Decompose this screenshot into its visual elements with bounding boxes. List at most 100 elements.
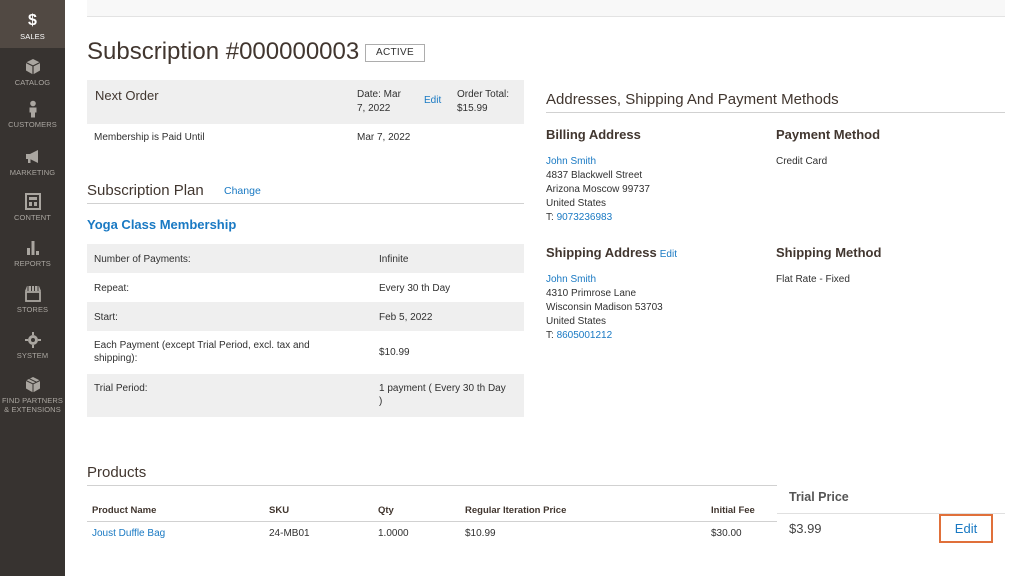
- plan-row: Each Payment (except Trial Period, excl.…: [87, 331, 524, 374]
- shipping-address-title: Shipping Address Edit: [546, 245, 677, 260]
- divider: [87, 521, 782, 522]
- divider: [87, 203, 524, 204]
- billing-address-title: Billing Address: [546, 127, 641, 142]
- shipping-address: John Smith 4310 Primrose Lane Wisconsin …: [546, 273, 663, 343]
- product-initial-fee: $30.00: [711, 528, 742, 539]
- nav-label: STORES: [16, 305, 49, 314]
- nav-customers[interactable]: CUSTOMERS: [0, 100, 65, 129]
- plan-row-value-line1: 1 payment ( Every 30 th Day: [379, 383, 506, 394]
- next-order-title: Next Order: [95, 88, 159, 103]
- column-header: Qty: [378, 505, 394, 516]
- nav-label: REPORTS: [14, 259, 51, 268]
- cube-icon: [25, 59, 40, 75]
- plan-row: Start: Feb 5, 2022: [87, 302, 524, 331]
- nav-label-line1: FIND PARTNERS: [1, 396, 64, 405]
- nav-content[interactable]: CONTENT: [0, 193, 65, 222]
- nav-label: SYSTEM: [16, 351, 49, 360]
- nav-label: CUSTOMERS: [8, 120, 57, 129]
- shipping-country: United States: [546, 316, 607, 327]
- nav-label: CATALOG: [14, 78, 51, 87]
- subscription-plan-heading: Subscription Plan: [87, 182, 204, 199]
- payment-method-value: Credit Card: [776, 156, 828, 167]
- nav-catalog[interactable]: CATALOG: [0, 58, 65, 87]
- plan-row-label: Each Payment (except Trial Period, excl.…: [94, 339, 334, 365]
- column-header: SKU: [269, 505, 290, 516]
- nav-sales[interactable]: $ SALES: [0, 0, 65, 48]
- product-qty: 1.0000: [378, 528, 409, 539]
- plan-row: Number of Payments: Infinite: [87, 244, 524, 273]
- plan-details-table: Number of Payments: Infinite Repeat: Eve…: [87, 244, 524, 417]
- megaphone-icon: [25, 150, 38, 163]
- shipping-address-title-text: Shipping Address: [546, 245, 657, 260]
- nav-marketing[interactable]: MARKETING: [0, 148, 65, 177]
- next-order-edit-link[interactable]: Edit: [424, 95, 441, 106]
- product-price: $10.99: [465, 528, 496, 539]
- plan-row-value: 1 payment ( Every 30 th Day ): [379, 382, 519, 408]
- billing-customer-link[interactable]: John Smith: [546, 155, 650, 169]
- billing-city: Arizona Moscow 99737: [546, 184, 650, 195]
- shipping-method-title: Shipping Method: [776, 245, 882, 260]
- products-heading: Products: [87, 464, 147, 481]
- plan-row-label: Trial Period:: [94, 383, 148, 394]
- column-header: Product Name: [92, 505, 157, 516]
- nav-stores[interactable]: STORES: [0, 285, 65, 314]
- plan-row: Repeat: Every 30 th Day: [87, 273, 524, 302]
- shipping-street: 4310 Primrose Lane: [546, 288, 637, 299]
- shipping-address-edit-link[interactable]: Edit: [660, 249, 677, 260]
- nav-system[interactable]: SYSTEM: [0, 331, 65, 360]
- plan-row-label-line2: shipping):: [94, 353, 138, 364]
- payment-method-title: Payment Method: [776, 127, 881, 142]
- nav-label-line2: & EXTENSIONS: [4, 405, 61, 414]
- shipping-phone: T: 8605001212: [546, 329, 663, 343]
- nav-label: CONTENT: [14, 213, 51, 222]
- nav-label: MARKETING: [9, 168, 56, 177]
- plan-row-value-line2: ): [379, 396, 383, 407]
- plan-row-value: $10.99: [379, 347, 410, 358]
- plan-row-value: Feb 5, 2022: [379, 312, 433, 323]
- nav-find-partners[interactable]: FIND PARTNERS & EXTENSIONS: [0, 376, 65, 414]
- plan-row: Trial Period: 1 payment ( Every 30 th Da…: [87, 374, 524, 417]
- next-order-date-line2: 7, 2022: [357, 103, 391, 114]
- shipping-city: Wisconsin Madison 53703: [546, 302, 663, 313]
- billing-phone-link[interactable]: 9073236983: [557, 212, 613, 223]
- plan-row-value: Every 30 th Day: [379, 283, 451, 294]
- phone-prefix: T:: [546, 330, 557, 341]
- next-order-date-line1: Date: Mar: [357, 89, 401, 100]
- store-icon: [24, 286, 41, 302]
- billing-phone: T: 9073236983: [546, 211, 650, 225]
- plan-name-link[interactable]: Yoga Class Membership: [87, 217, 236, 232]
- page-actions-bar: [87, 0, 1005, 17]
- shipping-phone-link[interactable]: 8605001212: [557, 330, 613, 341]
- layout-icon: [24, 193, 41, 210]
- gear-icon: [24, 332, 41, 348]
- trial-price-edit-button[interactable]: Edit: [939, 514, 993, 543]
- next-order-total-label: Order Total:: [457, 89, 510, 100]
- next-order-total-value: $15.99: [457, 103, 488, 114]
- plan-row-label-line1: Each Payment (except Trial Period, excl.…: [94, 340, 310, 351]
- addresses-heading: Addresses, Shipping And Payment Methods: [546, 91, 839, 108]
- plan-row-value: Infinite: [379, 254, 409, 265]
- plan-row-label: Start:: [94, 312, 118, 323]
- product-name-link[interactable]: Joust Duffle Bag: [92, 528, 165, 539]
- status-badge: ACTIVE: [365, 44, 425, 62]
- nav-reports[interactable]: REPORTS: [0, 239, 65, 268]
- product-sku: 24-MB01: [269, 528, 310, 539]
- divider: [546, 112, 1005, 113]
- next-order-panel: Next Order Date: Mar 7, 2022 Edit Order …: [87, 80, 524, 124]
- dollar-icon: $: [28, 12, 37, 29]
- nav-label: SALES: [20, 32, 45, 41]
- trial-price-callout: Trial Price $3.99 Edit: [777, 484, 1005, 544]
- next-order-date: Date: Mar 7, 2022: [357, 88, 417, 116]
- shipping-customer-link[interactable]: John Smith: [546, 273, 663, 287]
- plan-row-label: Repeat:: [94, 283, 130, 294]
- paid-until-value: Mar 7, 2022: [357, 132, 411, 143]
- paid-until-label: Membership is Paid Until: [94, 132, 205, 143]
- billing-street: 4837 Blackwell Street: [546, 170, 643, 181]
- person-icon: [29, 100, 36, 118]
- billing-country: United States: [546, 198, 607, 209]
- change-plan-link[interactable]: Change: [224, 185, 261, 197]
- box-icon: [25, 377, 40, 393]
- admin-sidebar: $ SALES CATALOG CUSTOMERS MARKETING CONT…: [0, 0, 65, 576]
- plan-row-label: Number of Payments:: [94, 254, 191, 265]
- page-title: Subscription #000000003: [87, 38, 360, 65]
